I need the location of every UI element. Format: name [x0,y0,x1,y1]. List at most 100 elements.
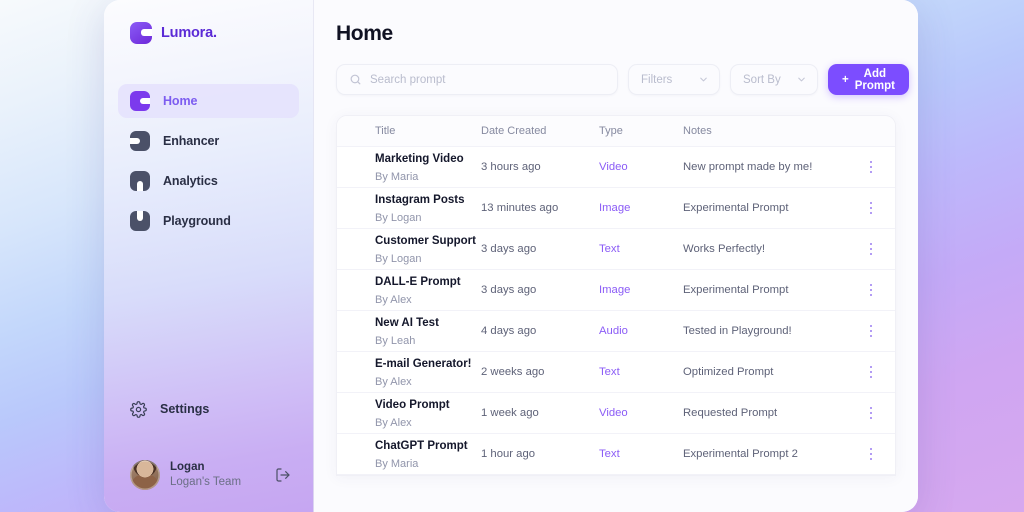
table-row[interactable]: Instagram Posts By Logan 13 minutes ago Ima… [337,188,895,229]
cell-type: Video [599,161,628,173]
add-prompt-label: Add Prompt [854,67,895,92]
table-row[interactable]: Marketing Video By Maria 3 hours ago Video N… [337,147,895,188]
sidebar-item-enhancer[interactable]: Enhancer [118,124,299,158]
cell-notes: Experimental Prompt [683,202,789,214]
filters-dropdown[interactable]: Filters [628,64,720,95]
row-author: By Alex [375,294,412,307]
toolbar: Filters Sort By + Add Prompt [336,64,909,95]
cell-menu [853,403,889,424]
add-prompt-button[interactable]: + Add Prompt [828,64,909,95]
sidebar-item-settings[interactable]: Settings [104,394,313,424]
row-author: By Alex [375,376,412,389]
lumora-notch-right-icon [130,91,150,111]
cell-type: Image [599,202,631,214]
sidebar: Lumora. Home Enhancer Analytics Playgrou… [104,0,314,512]
settings-label: Settings [160,402,210,416]
user-profile[interactable]: Logan Logan's Team [104,452,313,498]
search-icon [350,74,361,85]
cell-type: Image [599,284,631,296]
cell-title: Video Prompt By Alex [337,395,481,432]
row-title: Instagram Posts [375,193,465,206]
cell-menu [853,444,889,465]
cell-date: 3 days ago [481,243,537,255]
kebab-menu-icon[interactable] [866,198,877,219]
cell-menu [853,280,889,301]
cell-date: 1 week ago [481,407,539,419]
cell-title: New AI Test By Leah [337,313,481,350]
table-row[interactable]: Video Prompt By Alex 1 week ago Video Reques… [337,393,895,434]
cell-title: ChatGPT Prompt By Maria [337,436,481,473]
cell-date: 2 weeks ago [481,366,545,378]
cell-notes: Experimental Prompt 2 [683,448,798,460]
cell-type: Audio [599,325,628,337]
cell-date: 4 days ago [481,325,537,337]
cell-type: Text [599,243,620,255]
table-header-row: Title Date Created Type Notes [337,116,895,147]
cell-type: Text [599,366,620,378]
table-row[interactable]: ChatGPT Prompt By Maria 1 hour ago Text Expe… [337,434,895,475]
cell-notes: Works Perfectly! [683,243,766,255]
brand-name: Lumora. [161,25,217,41]
table-row[interactable]: E-mail Generator! By Alex 2 weeks ago Text O… [337,352,895,393]
cell-title: Marketing Video By Maria [337,149,481,186]
cell-date: 1 hour ago [481,448,536,460]
row-author: By Maria [375,171,419,184]
sort-by-label: Sort By [743,73,781,86]
cell-title: Customer Support By Logan [337,231,481,268]
sidebar-item-label: Playground [163,214,231,228]
row-author: By Alex [375,417,412,430]
kebab-menu-icon[interactable] [866,362,877,383]
prompts-table: Title Date Created Type Notes Marketing … [336,115,896,476]
row-author: By Logan [375,212,422,225]
lumora-notch-down-icon [130,171,150,191]
row-title: DALL-E Prompt [375,275,461,288]
kebab-menu-icon[interactable] [866,280,877,301]
cell-notes: New prompt made by me! [683,161,813,173]
chevron-down-icon [700,77,707,82]
row-title: E-mail Generator! [375,357,472,370]
sidebar-nav: Home Enhancer Analytics Playground [104,84,313,238]
sort-by-dropdown[interactable]: Sort By [730,64,818,95]
search-field[interactable] [336,64,618,95]
sidebar-item-label: Home [163,94,198,108]
kebab-menu-icon[interactable] [866,157,877,178]
sidebar-item-analytics[interactable]: Analytics [118,164,299,198]
page-title: Home [336,22,393,45]
column-header-notes: Notes [683,125,712,137]
cell-notes: Requested Prompt [683,407,778,419]
row-title: Video Prompt [375,398,450,411]
cell-menu [853,157,889,178]
cell-menu [853,321,889,342]
cell-date: 3 days ago [481,284,537,296]
cell-menu [853,362,889,383]
kebab-menu-icon[interactable] [866,321,877,342]
row-title: ChatGPT Prompt [375,439,468,452]
sidebar-item-playground[interactable]: Playground [118,204,299,238]
cell-title: DALL-E Prompt By Alex [337,272,481,309]
row-title: New AI Test [375,316,439,329]
plus-icon: + [842,73,849,86]
row-author: By Maria [375,458,419,471]
logout-icon[interactable] [275,467,291,483]
sidebar-item-label: Enhancer [163,134,220,148]
column-header-title: Title [375,125,396,137]
kebab-menu-icon[interactable] [866,239,877,260]
table-row[interactable]: Customer Support By Logan 3 days ago Text Wo… [337,229,895,270]
cell-notes: Experimental Prompt [683,284,789,296]
gear-icon [130,400,147,418]
cell-date: 13 minutes ago [481,202,559,214]
kebab-menu-icon[interactable] [866,444,877,465]
lumora-notch-up-icon [130,211,150,231]
sidebar-item-label: Analytics [163,174,218,188]
cell-notes: Tested in Playground! [683,325,792,337]
row-author: By Logan [375,253,422,266]
table-body: Marketing Video By Maria 3 hours ago Video N… [337,147,895,475]
cell-notes: Optimized Prompt [683,366,774,378]
table-row[interactable]: New AI Test By Leah 4 days ago Audio Tested … [337,311,895,352]
table-row[interactable]: DALL-E Prompt By Alex 3 days ago Image Exper… [337,270,895,311]
search-input[interactable] [370,73,605,86]
sidebar-item-home[interactable]: Home [118,84,299,118]
main-content: Home Filters Sort By + Add Prompt [314,0,918,512]
kebab-menu-icon[interactable] [866,403,877,424]
brand-logo[interactable]: Lumora. [104,0,313,48]
